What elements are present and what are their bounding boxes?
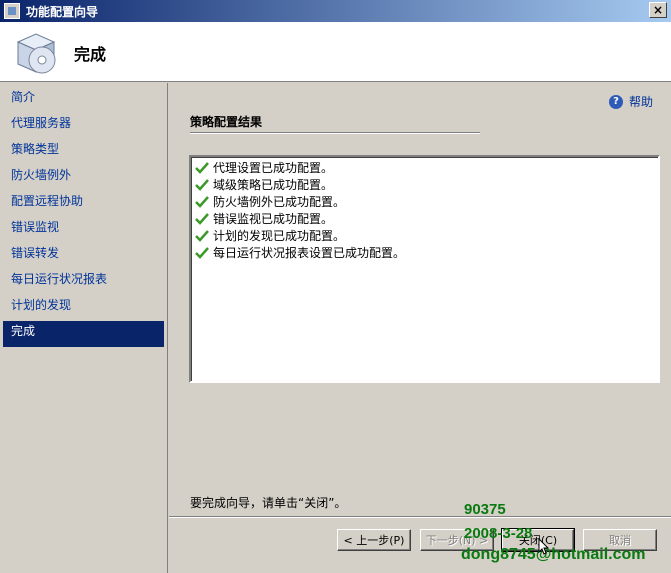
sidebar-item-intro[interactable]: 简介 [3,87,164,113]
section-title: 策略配置结果 [190,115,263,129]
check-icon [195,161,209,174]
help-link[interactable]: ? 帮助 [608,93,653,110]
window-title: 功能配置向导 [26,4,99,19]
result-text: 代理设置已成功配置。 [213,161,334,175]
sidebar-item-remote-assistance[interactable]: 配置远程协助 [3,191,164,217]
result-text: 防火墙例外已成功配置。 [213,195,346,209]
list-item: 代理设置已成功配置。 [195,159,654,176]
sidebar-item-proxy-server[interactable]: 代理服务器 [3,113,164,139]
app-icon [4,3,20,19]
results-list: 代理设置已成功配置。 域级策略已成功配置。 防火墙例外已成功配置。 错误监视已成… [189,155,660,383]
result-text: 每日运行状况报表设置已成功配置。 [213,246,406,260]
title-bar: 功能配置向导 × [0,0,671,22]
list-item: 防火墙例外已成功配置。 [195,193,654,210]
list-item: 域级策略已成功配置。 [195,176,654,193]
back-button[interactable]: < 上一步(P) [337,529,411,551]
result-text: 域级策略已成功配置。 [213,178,334,192]
check-icon [195,178,209,191]
sidebar-item-firewall-exceptions[interactable]: 防火墙例外 [3,165,164,191]
watermark-id: 90375 [464,501,506,518]
check-icon [195,246,209,259]
divider [190,132,480,134]
list-item: 每日运行状况报表设置已成功配置。 [195,244,654,261]
wizard-steps-nav: 简介 代理服务器 策略类型 防火墙例外 配置远程协助 错误监视 错误转发 每日运… [0,83,168,573]
list-item: 计划的发现已成功配置。 [195,227,654,244]
sidebar-item-daily-health-report[interactable]: 每日运行状况报表 [3,269,164,295]
check-icon [195,195,209,208]
wizard-content: ? 帮助 策略配置结果 代理设置已成功配置。 域级策略已成功配置。 防火墙例外已… [169,83,671,573]
watermark-email: dong8745@hotmail.com [461,546,646,563]
sidebar-item-error-monitoring[interactable]: 错误监视 [3,217,164,243]
instruction-text: 要完成向导，请单击“关闭”。 [190,496,347,510]
list-item: 错误监视已成功配置。 [195,210,654,227]
install-disc-box-icon [16,33,56,74]
sidebar-item-finish[interactable]: 完成 [3,321,164,347]
result-text: 错误监视已成功配置。 [213,212,334,226]
wizard-header: 完成 [0,22,671,82]
help-icon: ? [608,94,623,109]
sidebar-item-scheduled-discovery[interactable]: 计划的发现 [3,295,164,321]
help-label: 帮助 [628,95,653,109]
watermark-date: 2008-3-28 [464,525,533,542]
mouse-cursor-icon [538,538,550,555]
divider [169,516,671,518]
sidebar-item-error-forwarding[interactable]: 错误转发 [3,243,164,269]
close-window-button[interactable]: × [649,2,667,18]
page-title: 完成 [74,45,107,64]
check-icon [195,229,209,242]
result-text: 计划的发现已成功配置。 [213,229,346,243]
sidebar-item-policy-type[interactable]: 策略类型 [3,139,164,165]
check-icon [195,212,209,225]
